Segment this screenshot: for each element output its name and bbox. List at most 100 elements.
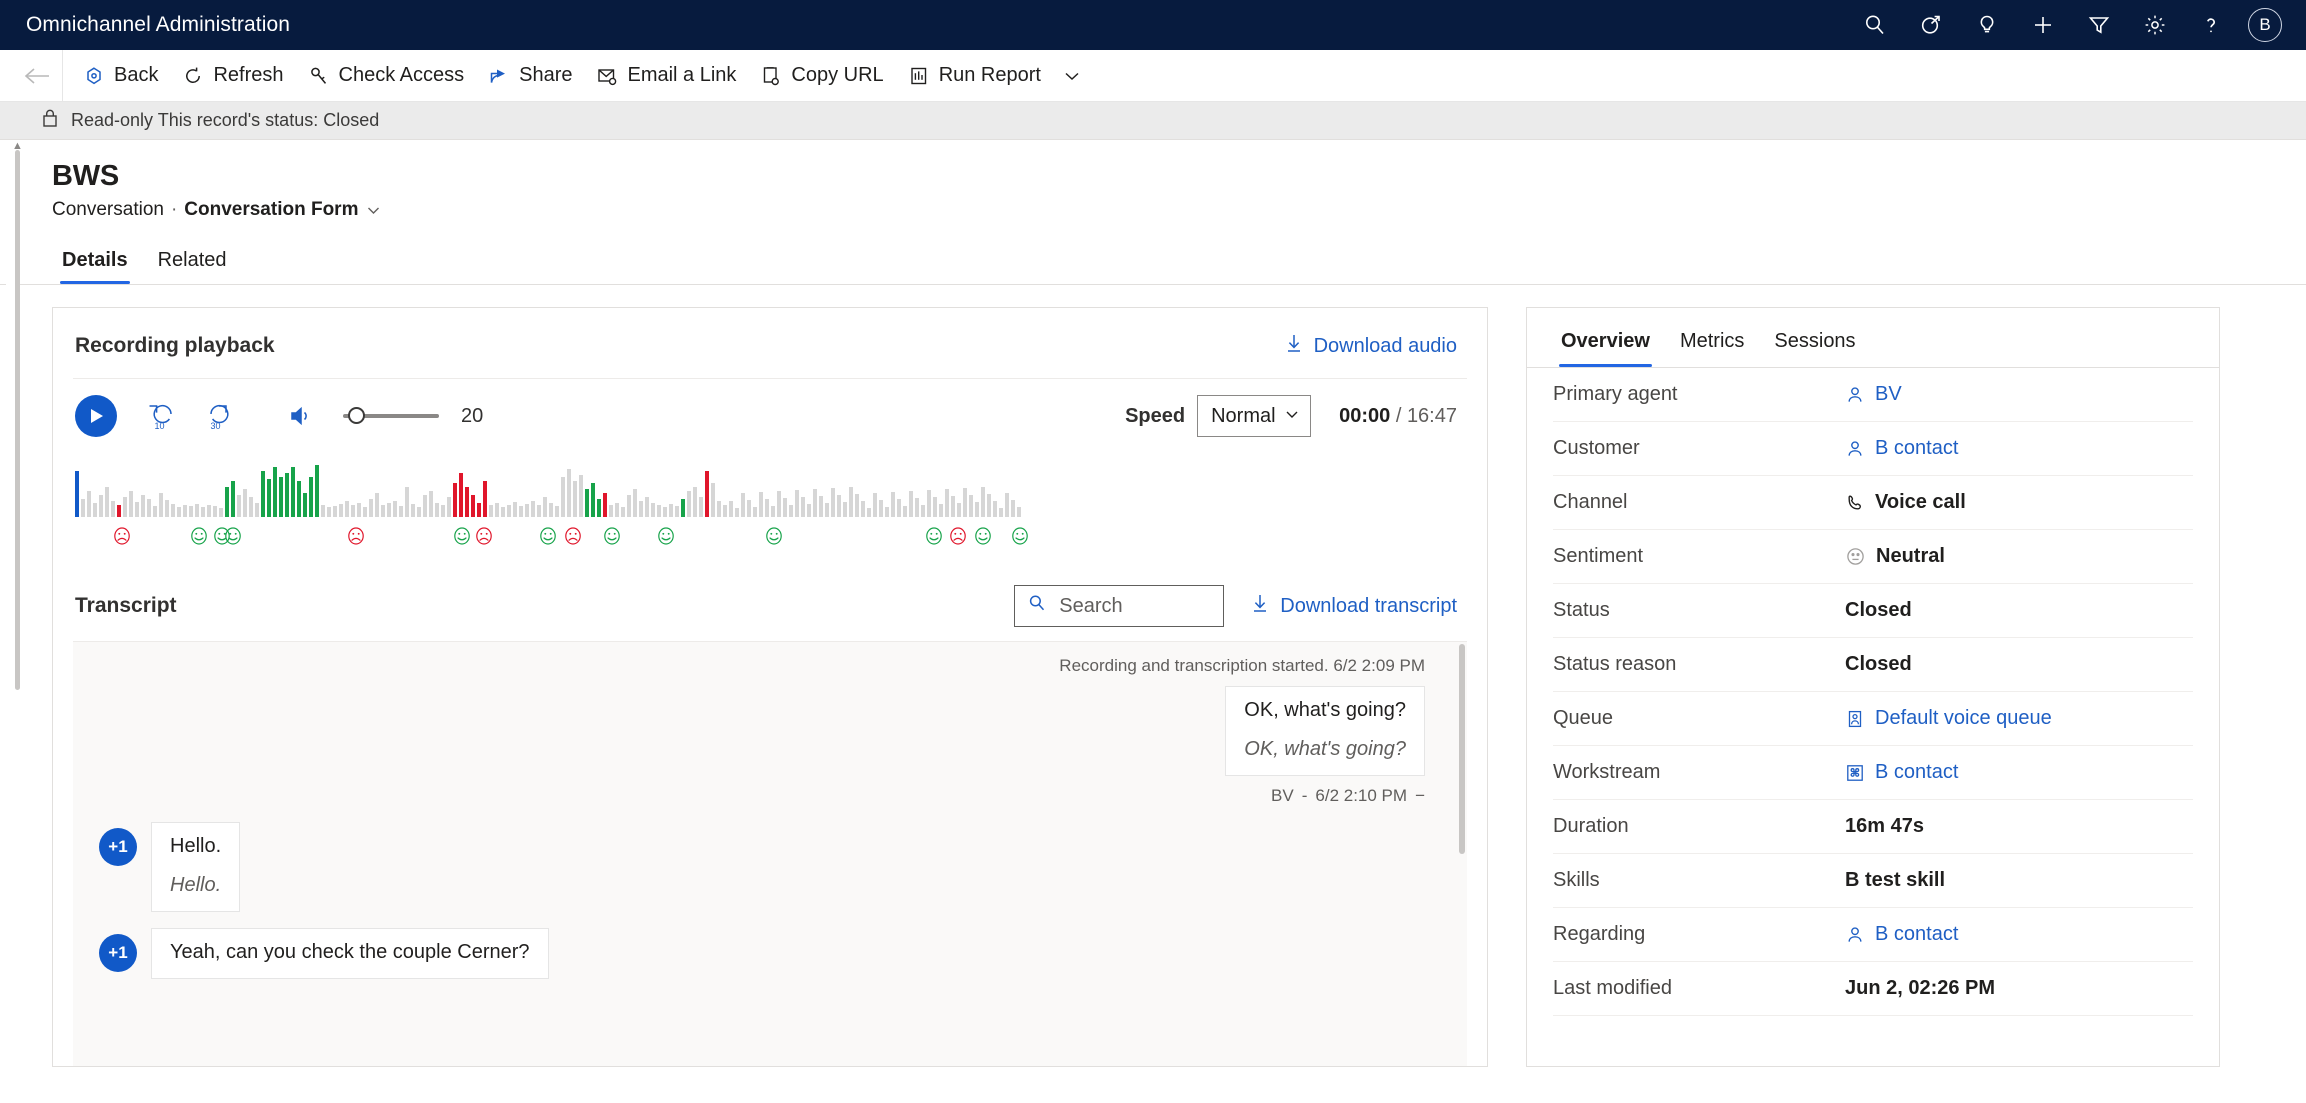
message-bubble[interactable]: Hello. Hello.: [151, 822, 241, 912]
positive-sentiment-icon[interactable]: [655, 525, 677, 547]
download-audio-button[interactable]: Download audio: [1284, 332, 1457, 360]
volume-slider[interactable]: [343, 406, 439, 426]
search-input[interactable]: [1059, 594, 1212, 618]
positive-sentiment-icon[interactable]: [537, 525, 559, 547]
negative-sentiment-icon[interactable]: [111, 525, 133, 547]
negative-sentiment-icon[interactable]: [473, 525, 495, 547]
volume-icon[interactable]: [281, 403, 321, 429]
waveform-bar: [519, 506, 523, 517]
tab-details[interactable]: Details: [52, 243, 138, 284]
breadcrumb-form-name[interactable]: Conversation Form: [184, 199, 358, 221]
waveform-bar: [531, 501, 535, 517]
app-title: Omnichannel Administration: [26, 13, 291, 36]
tab-metrics[interactable]: Metrics: [1668, 326, 1756, 367]
filter-icon[interactable]: [2076, 2, 2122, 48]
tab-overview-label: Overview: [1561, 330, 1650, 352]
waveform-bar: [909, 491, 913, 517]
volume-slider-knob[interactable]: [348, 407, 365, 424]
transcript-scrollbar[interactable]: [1459, 644, 1465, 854]
positive-sentiment-icon[interactable]: [972, 525, 994, 547]
command-overflow-chevron-down-icon[interactable]: [1053, 53, 1091, 99]
waveform-container[interactable]: [53, 445, 1487, 559]
waveform-bar: [579, 475, 583, 517]
help-icon[interactable]: [2188, 2, 2234, 48]
message-bubble[interactable]: Yeah, can you check the couple Cerner?: [151, 928, 549, 979]
positive-sentiment-icon[interactable]: [1009, 525, 1031, 547]
breadcrumb-separator: ·: [170, 199, 178, 220]
waveform-bar: [141, 495, 145, 517]
waveform-bar: [129, 491, 133, 517]
tab-overview[interactable]: Overview: [1549, 326, 1662, 367]
positive-sentiment-icon[interactable]: [923, 525, 945, 547]
message-bubble[interactable]: OK, what's going? OK, what's going?: [1225, 686, 1425, 776]
gear-icon[interactable]: [2132, 2, 2178, 48]
negative-sentiment-icon[interactable]: [947, 525, 969, 547]
detail-field-value-text: B contact: [1875, 923, 1959, 945]
lightbulb-icon[interactable]: [1964, 2, 2010, 48]
detail-field-value[interactable]: BV: [1845, 383, 1902, 406]
negative-sentiment-icon[interactable]: [562, 525, 584, 547]
copy-url-button[interactable]: Copy URL: [748, 53, 895, 99]
message-more-icon[interactable]: −: [1415, 786, 1425, 806]
positive-sentiment-icon[interactable]: [222, 525, 244, 547]
speed-select[interactable]: Normal: [1197, 395, 1312, 437]
download-icon: [1284, 332, 1304, 360]
avatar[interactable]: B: [2248, 8, 2282, 42]
page-scrollbar[interactable]: [15, 150, 20, 690]
detail-field-value-text: Default voice queue: [1875, 707, 2052, 729]
negative-sentiment-icon[interactable]: [345, 525, 367, 547]
navigate-back-arrow[interactable]: [14, 53, 62, 99]
details-panel-tab-list: Overview Metrics Sessions: [1527, 308, 2219, 368]
detail-field-value[interactable]: B contact: [1845, 437, 1958, 460]
waveform-bar: [891, 492, 895, 517]
waveform[interactable]: [75, 455, 1457, 517]
tab-sessions[interactable]: Sessions: [1762, 326, 1867, 367]
transcript-title: Transcript: [75, 594, 177, 617]
refresh-icon: [182, 65, 204, 87]
search-icon[interactable]: [1852, 2, 1898, 48]
back-icon: [83, 65, 105, 87]
positive-sentiment-icon[interactable]: [451, 525, 473, 547]
transcript-body[interactable]: Recording and transcription started. 6/2…: [73, 641, 1467, 1066]
waveform-bar: [75, 471, 79, 517]
waveform-bar: [399, 506, 403, 517]
page-body: ▲ BWS Conversation · Conversation Form D…: [0, 140, 2306, 1102]
back-button[interactable]: Back: [71, 53, 170, 99]
svg-text:30: 30: [211, 421, 221, 431]
detail-field-value-text: Jun 2, 02:26 PM: [1845, 977, 1996, 999]
play-button[interactable]: [75, 395, 117, 437]
rewind-10-button[interactable]: 10: [143, 401, 183, 431]
time-separator: /: [1395, 404, 1407, 427]
refresh-button[interactable]: Refresh: [170, 53, 295, 99]
overview-field-list: Primary agent BV Customer B contact Channel V…: [1527, 368, 2219, 1016]
positive-sentiment-icon[interactable]: [601, 525, 623, 547]
add-icon[interactable]: [2020, 2, 2066, 48]
waveform-bar: [231, 481, 235, 517]
email-a-link-button[interactable]: Email a Link: [584, 53, 748, 99]
waveform-bar: [831, 488, 835, 517]
forward-30-button[interactable]: 30: [199, 401, 239, 431]
copy-url-button-label: Copy URL: [791, 64, 884, 86]
form-selector-chevron-down-icon[interactable]: [365, 202, 382, 219]
message-text: Yeah, can you check the couple Cerner?: [170, 941, 530, 963]
email-icon: [596, 65, 618, 87]
waveform-bar: [435, 503, 439, 517]
assistant-icon[interactable]: [1908, 2, 1954, 48]
run-report-button[interactable]: Run Report: [896, 53, 1053, 99]
detail-field-row: Status reason Closed: [1553, 638, 2193, 692]
download-transcript-button[interactable]: Download transcript: [1250, 592, 1457, 620]
waveform-bar: [957, 503, 961, 517]
check-access-button[interactable]: Check Access: [296, 53, 477, 99]
detail-field-value[interactable]: B contact: [1845, 761, 1958, 784]
tab-related[interactable]: Related: [148, 243, 237, 284]
command-divider: [62, 49, 63, 102]
detail-field-row: Channel Voice call: [1553, 476, 2193, 530]
transcript-search-box[interactable]: [1014, 585, 1225, 627]
detail-field-value[interactable]: B contact: [1845, 923, 1958, 946]
waveform-bar: [201, 507, 205, 517]
positive-sentiment-icon[interactable]: [188, 525, 210, 547]
detail-field-value[interactable]: Default voice queue: [1845, 707, 2052, 730]
share-button[interactable]: Share: [476, 53, 584, 99]
positive-sentiment-icon[interactable]: [763, 525, 785, 547]
detail-field-value: B test skill: [1845, 869, 1945, 892]
